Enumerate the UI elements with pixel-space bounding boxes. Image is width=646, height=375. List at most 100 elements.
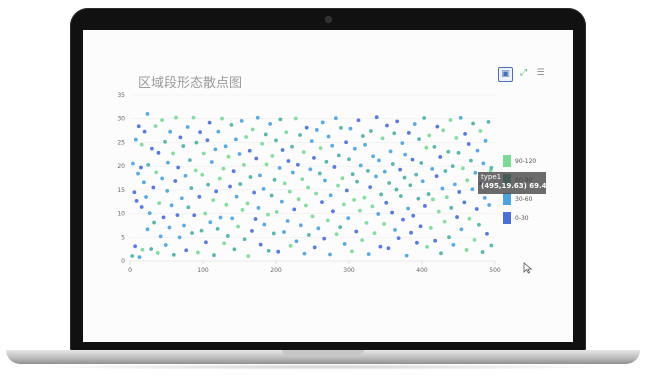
scatter-point — [223, 144, 228, 149]
scatter-point — [288, 243, 293, 248]
legend-label: 90-120 — [515, 157, 537, 165]
scatter-point — [277, 166, 282, 170]
scatter-point — [287, 189, 292, 194]
scatter-point — [340, 176, 345, 181]
legend-item[interactable]: 0-30 — [503, 211, 536, 225]
scatter-point — [258, 242, 263, 247]
scatter-point — [161, 215, 166, 220]
scatter-point — [177, 235, 182, 240]
scatter-point — [139, 165, 143, 170]
scatter-point — [252, 190, 256, 195]
scatter-point — [362, 195, 367, 200]
scatter-point — [274, 210, 279, 214]
scatter-point — [231, 169, 236, 174]
scatter-point — [260, 141, 265, 146]
scatter-point — [152, 220, 156, 225]
scatter-point — [471, 121, 475, 126]
scatter-point — [481, 161, 486, 166]
scatter-point — [282, 230, 286, 234]
scatter-point — [394, 187, 399, 192]
scatter-point — [392, 131, 397, 136]
scatter-point — [325, 218, 330, 223]
scatter-point — [363, 142, 367, 147]
scatter-point — [284, 130, 289, 135]
scatter-point — [347, 157, 351, 162]
y-tick-label: 10 — [117, 211, 125, 218]
scatter-point — [409, 230, 413, 235]
tooltip-point: (495,19.63) — [481, 182, 527, 190]
scatter-point — [130, 254, 135, 258]
y-tick-label: 20 — [117, 163, 125, 170]
legend-item[interactable]: 90-120 — [503, 154, 536, 168]
scatter-point — [186, 205, 191, 210]
scatter-point — [266, 212, 270, 217]
scatter-point — [396, 236, 401, 241]
scatter-point — [300, 177, 305, 182]
scatter-point — [454, 136, 459, 140]
scatter-point — [333, 116, 338, 121]
scatter-point — [142, 129, 147, 134]
scatter-point — [348, 126, 353, 131]
scatter-point — [201, 151, 206, 156]
scatter-point — [360, 134, 365, 138]
scatter-point — [144, 195, 148, 199]
scatter-point — [247, 148, 252, 153]
scatter-point — [141, 180, 146, 185]
scatter-point — [424, 145, 429, 150]
scatter-point — [236, 224, 240, 229]
scatter-point — [193, 168, 198, 173]
scatter-point — [156, 150, 161, 155]
x-tick-label: 300 — [343, 267, 355, 274]
scatter-point — [473, 170, 478, 175]
scatter-point — [139, 142, 144, 147]
scatter-point — [131, 161, 135, 166]
scatter-point — [320, 120, 325, 125]
scatter-point — [464, 248, 469, 252]
scatter-point — [382, 222, 386, 226]
scatter-point — [218, 215, 223, 220]
scatter-point — [420, 179, 425, 184]
scatter-point — [285, 219, 290, 223]
scatter-point — [460, 166, 465, 171]
scatter-point — [157, 201, 162, 206]
scatter-point — [446, 149, 451, 154]
scatter-point — [414, 172, 419, 177]
scatter-point — [221, 166, 226, 171]
scatter-point — [489, 243, 494, 248]
scatter-point — [354, 229, 359, 234]
legend-item[interactable]: 30-60 — [503, 192, 536, 206]
scatter-point — [167, 225, 172, 230]
scatter-point — [168, 129, 173, 134]
scatter-point — [472, 237, 477, 242]
scatter-point — [406, 131, 411, 135]
scatter-point — [382, 169, 387, 174]
scatter-point — [443, 169, 448, 173]
scatter-point — [469, 158, 473, 163]
scatter-point — [474, 207, 479, 211]
scatter-point — [387, 181, 392, 185]
scatter-point — [378, 244, 383, 249]
legend-swatch — [503, 155, 511, 167]
scatter-point — [452, 182, 457, 187]
laptop-base-notch — [282, 350, 364, 355]
scatter-point — [137, 255, 142, 260]
scatter-point — [194, 140, 199, 145]
scatter-point — [440, 186, 445, 191]
scatter-point — [150, 146, 154, 151]
scatter-point — [140, 247, 145, 252]
scatter-point — [356, 118, 361, 123]
scatter-point — [134, 199, 139, 203]
scatter-point — [393, 228, 397, 232]
scatter-point — [241, 163, 246, 167]
scatter-point — [230, 216, 235, 221]
scatter-point — [385, 123, 389, 128]
scatter-point — [352, 198, 357, 202]
camera-icon — [326, 17, 331, 22]
scatter-point — [166, 160, 170, 165]
scatter-point — [169, 203, 174, 208]
scatter-point — [316, 226, 321, 231]
scatter-point — [369, 129, 373, 133]
scatter-point — [176, 165, 181, 170]
scatter-point — [366, 168, 370, 173]
scatter-point — [342, 242, 347, 246]
